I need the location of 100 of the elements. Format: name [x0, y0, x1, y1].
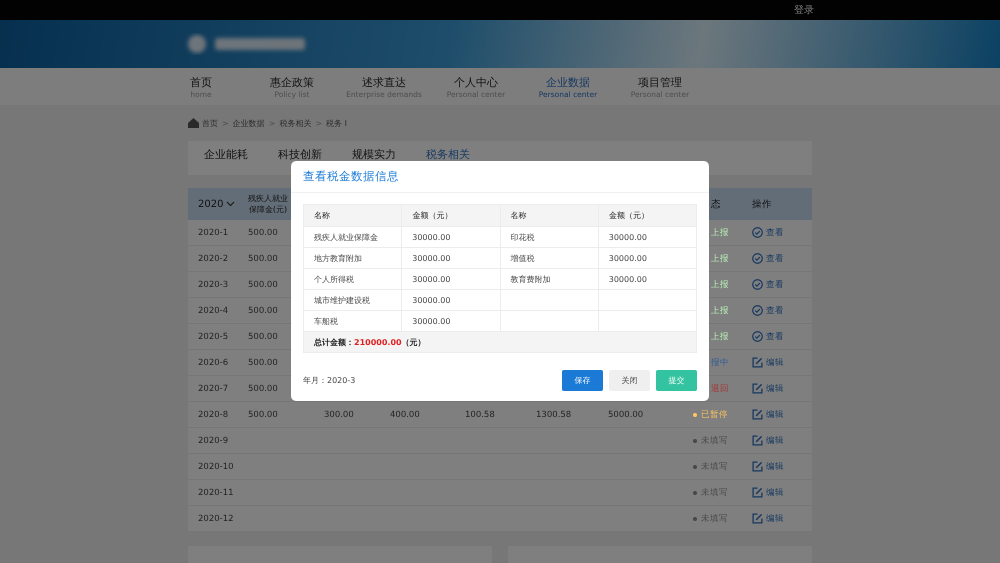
period-label: 年月：2020-3 — [303, 375, 356, 386]
check-circle-icon — [752, 331, 763, 342]
table-cell-text: 2020-4 — [197, 306, 230, 316]
action-link[interactable]: 查看 — [766, 330, 784, 342]
table-cell: 400.00 — [390, 410, 420, 420]
table-cell: 30000.00 — [608, 232, 647, 242]
breadcrumb-link[interactable]: 税务 I — [326, 118, 348, 128]
table-cell: 30000.00 — [412, 296, 450, 304]
status-text: 退回 — [711, 382, 729, 394]
tab[interactable]: 税务相关 — [426, 149, 470, 161]
check-circle-icon — [752, 227, 763, 238]
total-amount: 总计金额：210000.00（元） — [314, 338, 426, 346]
column-header: 名称 — [500, 204, 598, 226]
action-link[interactable]: 编辑 — [766, 356, 784, 368]
table-cell: 300.00 — [324, 410, 354, 420]
check-circle-icon — [752, 279, 763, 290]
tab[interactable]: 规模实力 — [352, 149, 396, 161]
status-text: 报中 — [711, 356, 729, 368]
caret-icon — [226, 201, 236, 207]
table-cell: 500.00 — [248, 332, 278, 342]
table-cell: 500.00 — [248, 228, 278, 238]
edit-icon — [752, 487, 763, 498]
action-link[interactable]: 查看 — [766, 278, 784, 290]
table-cell: 1300.58 — [536, 410, 572, 420]
edit-icon — [752, 435, 763, 446]
table-cell: 500.00 — [248, 254, 278, 264]
table-cell-text: 2020-11 — [197, 488, 235, 498]
breadcrumb-separator: > — [222, 118, 229, 128]
edit-icon — [752, 383, 763, 394]
login-link[interactable]: 登录 — [794, 3, 814, 17]
table-cell: 30000.00 — [412, 232, 450, 242]
action-link[interactable]: 查看 — [766, 304, 784, 316]
edit-icon — [752, 357, 763, 368]
submit-button[interactable]: 提交 — [656, 370, 697, 391]
edit-icon — [752, 513, 763, 524]
status-text: 上报 — [711, 330, 729, 342]
table-cell: 500.00 — [248, 384, 278, 394]
breadcrumb-link[interactable]: 税务相关 — [279, 118, 312, 128]
breadcrumb-separator: > — [315, 118, 322, 128]
status-text: 上报 — [711, 304, 729, 316]
action-link[interactable]: 编辑 — [766, 408, 784, 420]
table-cell-text: 2020-9 — [197, 436, 230, 446]
table-cell: 30000.00 — [608, 254, 647, 262]
table-cell-text: 2020-2 — [197, 254, 230, 264]
table-cell: 车船税 — [314, 316, 338, 326]
table-cell: 印花税 — [510, 232, 534, 242]
column-header: 残疾人就业保障金(元) — [248, 193, 288, 215]
breadcrumb-link[interactable]: 企业数据 — [232, 118, 265, 128]
table-cell: 教育费附加 — [510, 274, 550, 284]
breadcrumb-link[interactable]: 首页 — [202, 118, 218, 128]
table-cell-text: 2020-10 — [197, 462, 235, 472]
column-header: 态 — [711, 198, 721, 210]
status-text: 上报 — [711, 252, 729, 264]
table-cell: 500.00 — [248, 306, 278, 316]
home-icon — [188, 118, 199, 128]
action-link[interactable]: 查看 — [766, 226, 784, 238]
table-cell: 城市维护建设税 — [314, 296, 370, 304]
table-cell: 5000.00 — [608, 410, 644, 420]
status-text: 已暂停 — [701, 408, 728, 420]
edit-icon — [752, 461, 763, 472]
table-cell: 30000.00 — [412, 254, 450, 262]
table-cell: 个人所得税 — [314, 274, 354, 284]
edit-icon — [752, 409, 763, 420]
action-link[interactable]: 编辑 — [766, 434, 784, 446]
column-header: 操作 — [752, 198, 773, 210]
column-header: 金额（元） — [402, 204, 500, 226]
table-cell: 残疾人就业保障金 — [314, 232, 378, 242]
action-link[interactable]: 编辑 — [766, 382, 784, 394]
action-link[interactable]: 编辑 — [766, 512, 784, 524]
action-link[interactable]: 查看 — [766, 252, 784, 264]
dialog-title: 查看税金数据信息 — [291, 161, 709, 193]
save-button[interactable]: 保存 — [562, 370, 603, 391]
table-cell: 100.58 — [465, 410, 495, 420]
check-circle-icon — [752, 253, 763, 264]
table-cell: 500.00 — [248, 410, 278, 420]
table-cell: 地方教育附加 — [314, 254, 362, 262]
table-cell: 500.00 — [248, 280, 278, 290]
action-link[interactable]: 编辑 — [766, 460, 784, 472]
breadcrumb-separator: > — [268, 118, 276, 128]
tab[interactable]: 企业能耗 — [204, 149, 248, 161]
table-cell: 30000.00 — [412, 274, 450, 284]
table-cell: 30000.00 — [608, 274, 647, 284]
table-cell-text: 2020-5 — [197, 332, 230, 342]
table-cell: 增值税 — [510, 254, 534, 262]
table-cell-text: 2020-1 — [197, 228, 230, 238]
table-cell: 500.00 — [248, 358, 278, 368]
table-cell-text: 2020-7 — [197, 384, 230, 394]
table-cell-text: 2020-8 — [197, 410, 230, 420]
column-header: 金额（元） — [598, 204, 696, 226]
column-header: 名称 — [304, 204, 402, 226]
table-cell: 30000.00 — [412, 316, 450, 326]
year-dropdown[interactable]: 2020 — [188, 198, 248, 210]
table-cell-text: 2020-12 — [197, 514, 235, 524]
check-circle-icon — [752, 305, 763, 316]
status-text: 上报 — [711, 226, 729, 238]
table-cell-text: 2020-3 — [197, 280, 230, 290]
close-button[interactable]: 关闭 — [609, 370, 650, 391]
table-cell-text: 2020-6 — [197, 358, 230, 368]
action-link[interactable]: 编辑 — [766, 486, 784, 498]
tab[interactable]: 科技创新 — [278, 149, 322, 161]
